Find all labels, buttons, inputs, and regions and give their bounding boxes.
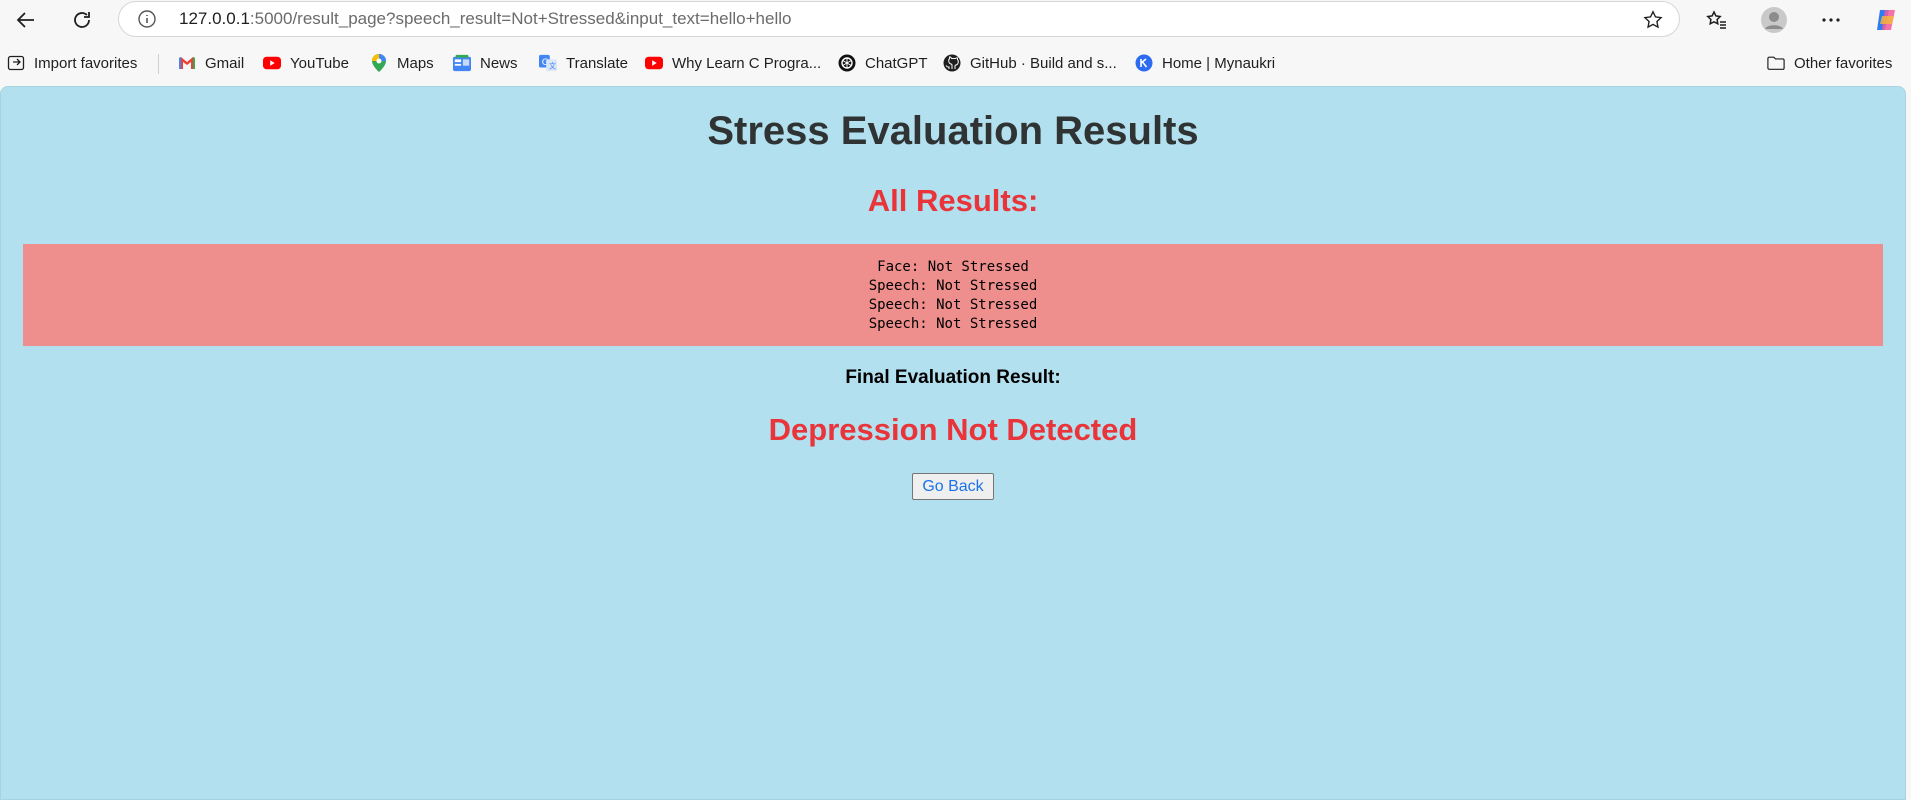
translate-icon: G文 <box>539 54 557 72</box>
github-icon <box>943 54 961 72</box>
svg-text:文: 文 <box>549 61 556 70</box>
address-bar[interactable]: 127.0.0.1:5000/result_page?speech_result… <box>118 1 1680 37</box>
bookmark-label: Home | Mynaukri <box>1162 54 1276 72</box>
result-item-speech: Speech: Not Stressed <box>868 278 1038 294</box>
browser-toolbar: 127.0.0.1:5000/result_page?speech_result… <box>0 0 1911 40</box>
url-text[interactable]: 127.0.0.1:5000/result_page?speech_result… <box>179 2 791 36</box>
maps-icon <box>370 54 388 72</box>
final-evaluation-result: Depression Not Detected <box>768 412 1138 447</box>
page-title: Stress Evaluation Results <box>707 109 1199 153</box>
url-host: 127.0.0.1 <box>179 9 250 28</box>
bookmark-youtube[interactable]: YouTube <box>263 52 349 74</box>
favorites-icon[interactable] <box>1701 4 1733 36</box>
bookmark-label: Gmail <box>205 54 245 72</box>
news-icon <box>453 54 471 72</box>
more-menu-icon[interactable] <box>1815 4 1847 36</box>
all-results-heading: All Results: <box>867 183 1039 218</box>
youtube-icon <box>645 54 663 72</box>
copilot-icon[interactable] <box>1870 4 1902 36</box>
other-favorites[interactable]: Other favorites <box>1767 52 1892 74</box>
url-path: :5000/result_page?speech_result=Not+Stre… <box>249 9 792 28</box>
bookmark-label: Maps <box>397 54 434 72</box>
bookmark-label: Import favorites <box>34 54 138 72</box>
import-icon <box>7 54 25 72</box>
gmail-icon <box>178 54 196 72</box>
refresh-icon[interactable] <box>66 4 98 36</box>
chatgpt-icon <box>838 54 856 72</box>
bookmark-label: GitHub · Build and s... <box>970 54 1117 72</box>
bookmark-label: Translate <box>566 54 628 72</box>
go-back-button[interactable]: Go Back <box>912 473 994 500</box>
result-item-speech: Speech: Not Stressed <box>868 316 1038 332</box>
favorite-star-icon[interactable] <box>1641 8 1665 32</box>
bookmark-chatgpt[interactable]: ChatGPT <box>838 52 928 74</box>
bookmark-label: YouTube <box>290 54 349 72</box>
folder-icon <box>1767 54 1785 72</box>
site-info-icon[interactable] <box>137 9 157 29</box>
bookmark-why-learn-c[interactable]: Why Learn C Progra... <box>645 52 821 74</box>
results-list: Face: Not Stressed Speech: Not Stressed … <box>23 244 1883 346</box>
bookmarks-bar: Import favorites Gmail YouTube Maps News… <box>0 44 1911 82</box>
bookmark-news[interactable]: News <box>453 52 518 74</box>
youtube-icon <box>263 54 281 72</box>
bookmark-gmail[interactable]: Gmail <box>178 52 244 74</box>
back-icon[interactable] <box>10 4 42 36</box>
bookmark-label: ChatGPT <box>865 54 928 72</box>
page-viewport: Stress Evaluation Results All Results: F… <box>0 86 1906 800</box>
mynaukri-icon <box>1135 54 1153 72</box>
bookmark-github[interactable]: GitHub · Build and s... <box>943 52 1117 74</box>
result-item-face: Face: Not Stressed <box>877 259 1029 275</box>
bookmark-translate[interactable]: G文 Translate <box>539 52 628 74</box>
profile-avatar[interactable] <box>1758 4 1790 36</box>
bookmark-mynaukri[interactable]: Home | Mynaukri <box>1135 52 1275 74</box>
result-item-speech: Speech: Not Stressed <box>868 297 1038 313</box>
bookmark-label: News <box>480 54 518 72</box>
import-favorites[interactable]: Import favorites <box>7 52 137 74</box>
final-evaluation-label: Final Evaluation Result: <box>845 367 1061 388</box>
bookmark-label: Other favorites <box>1794 54 1893 72</box>
bookmark-label: Why Learn C Progra... <box>672 54 822 72</box>
bookmarks-divider <box>158 54 159 74</box>
bookmark-maps[interactable]: Maps <box>370 52 434 74</box>
